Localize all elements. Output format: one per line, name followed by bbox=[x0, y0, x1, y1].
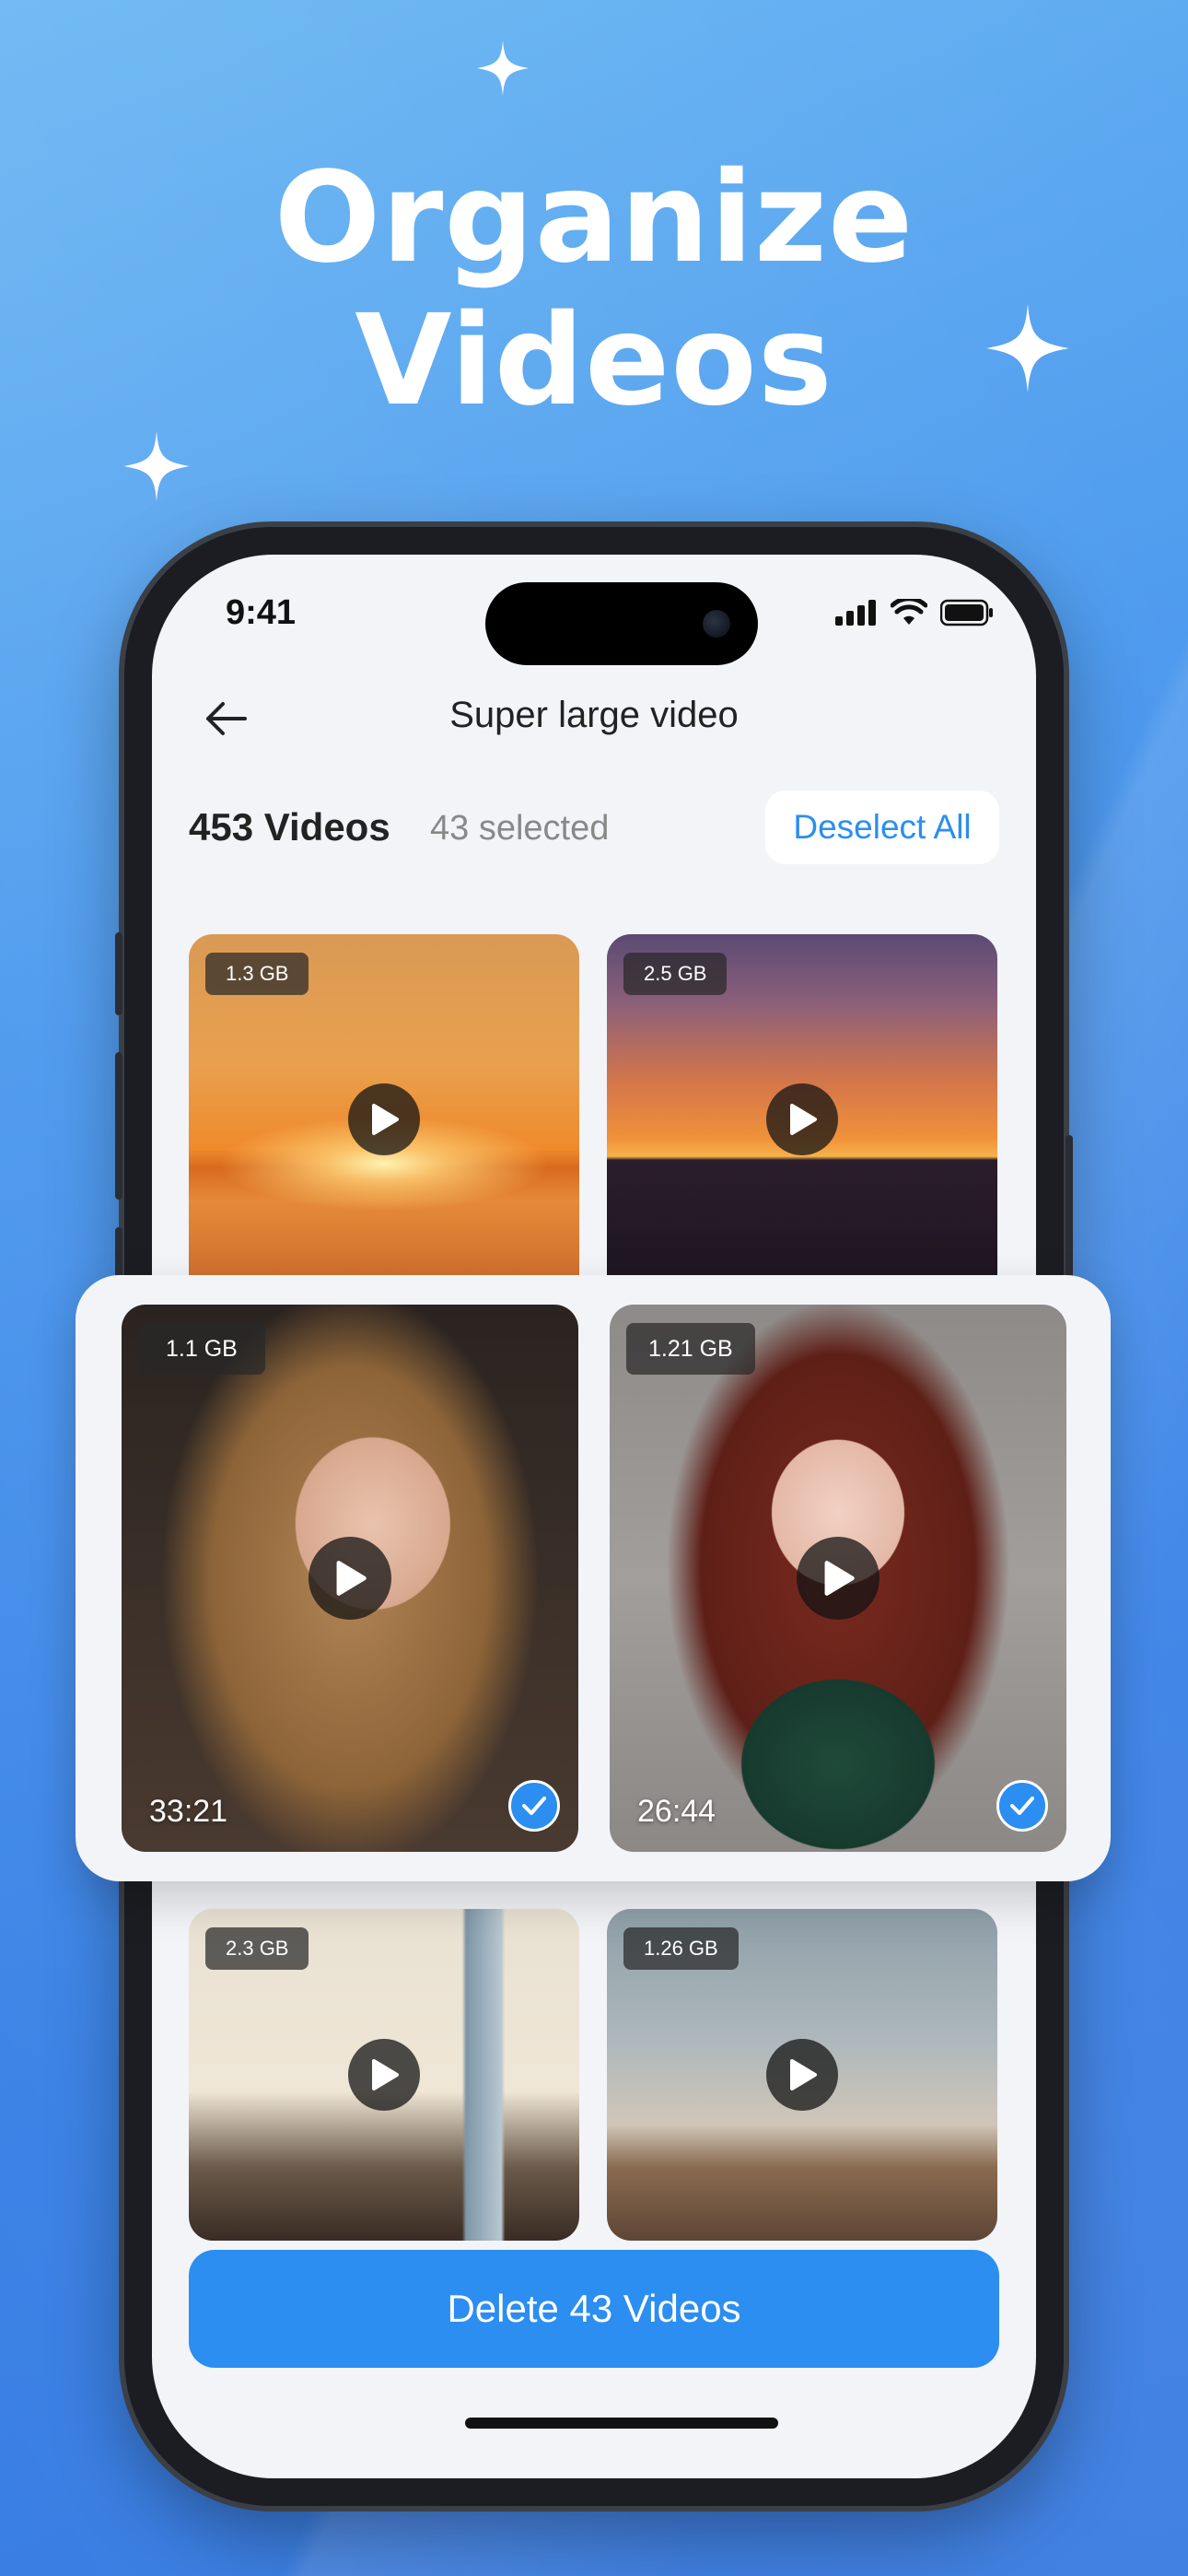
video-tile[interactable]: 1.1 GB 33:21 bbox=[122, 1305, 578, 1852]
video-count: 453 Videos bbox=[189, 805, 390, 849]
play-button[interactable] bbox=[766, 1083, 838, 1155]
status-time: 9:41 bbox=[226, 593, 297, 632]
checkmark-icon bbox=[1010, 1797, 1034, 1815]
battery-icon bbox=[940, 599, 993, 626]
play-icon bbox=[790, 2059, 817, 2090]
selected-checkbox[interactable] bbox=[996, 1780, 1048, 1832]
play-button[interactable] bbox=[348, 2039, 420, 2111]
video-tile[interactable]: 1.26 GB bbox=[607, 1909, 997, 2241]
dynamic-island bbox=[485, 582, 758, 665]
play-icon bbox=[372, 1104, 399, 1135]
sparkle-icon bbox=[477, 41, 529, 96]
deselect-all-button[interactable]: Deselect All bbox=[765, 790, 999, 864]
play-icon bbox=[372, 2059, 399, 2090]
play-icon bbox=[336, 1561, 367, 1596]
delete-videos-button[interactable]: Delete 43 Videos bbox=[189, 2250, 999, 2368]
headline: Organize Videos bbox=[0, 147, 1188, 433]
headline-line-2: Videos bbox=[355, 288, 833, 434]
size-badge: 1.1 GB bbox=[138, 1323, 265, 1375]
play-button[interactable] bbox=[797, 1537, 879, 1620]
sparkle-icon bbox=[123, 431, 190, 501]
headline-line-1: Organize bbox=[274, 146, 914, 291]
wifi-icon bbox=[891, 599, 927, 625]
size-badge: 1.21 GB bbox=[626, 1323, 755, 1375]
signal-icon bbox=[835, 600, 876, 626]
play-button[interactable] bbox=[766, 2039, 838, 2111]
phone-side-button bbox=[115, 1052, 122, 1200]
status-icons bbox=[835, 599, 994, 626]
video-tile[interactable]: 2.5 GB bbox=[607, 934, 997, 1305]
video-duration: 33:21 bbox=[149, 1794, 228, 1829]
play-button[interactable] bbox=[309, 1537, 391, 1620]
play-icon bbox=[790, 1104, 817, 1135]
camera-icon bbox=[703, 610, 730, 638]
selected-count: 43 selected bbox=[430, 809, 610, 848]
video-tile[interactable]: 2.3 GB bbox=[189, 1909, 579, 2241]
play-icon bbox=[824, 1561, 855, 1596]
size-badge: 1.3 GB bbox=[205, 953, 309, 995]
video-tile[interactable]: 1.3 GB bbox=[189, 934, 579, 1305]
size-badge: 2.3 GB bbox=[205, 1927, 309, 1970]
size-badge: 2.5 GB bbox=[623, 953, 728, 995]
selected-videos-card: 1.1 GB 33:21 1.21 GB 26:44 bbox=[76, 1275, 1111, 1881]
video-duration: 26:44 bbox=[637, 1794, 716, 1829]
checkmark-icon bbox=[522, 1797, 546, 1815]
play-button[interactable] bbox=[348, 1083, 420, 1155]
size-badge: 1.26 GB bbox=[623, 1927, 739, 1970]
home-indicator bbox=[465, 2418, 778, 2429]
page-title: Super large video bbox=[449, 695, 739, 735]
phone-side-button bbox=[115, 932, 122, 1015]
video-tile[interactable]: 1.21 GB 26:44 bbox=[610, 1305, 1066, 1852]
selected-checkbox[interactable] bbox=[508, 1780, 560, 1832]
